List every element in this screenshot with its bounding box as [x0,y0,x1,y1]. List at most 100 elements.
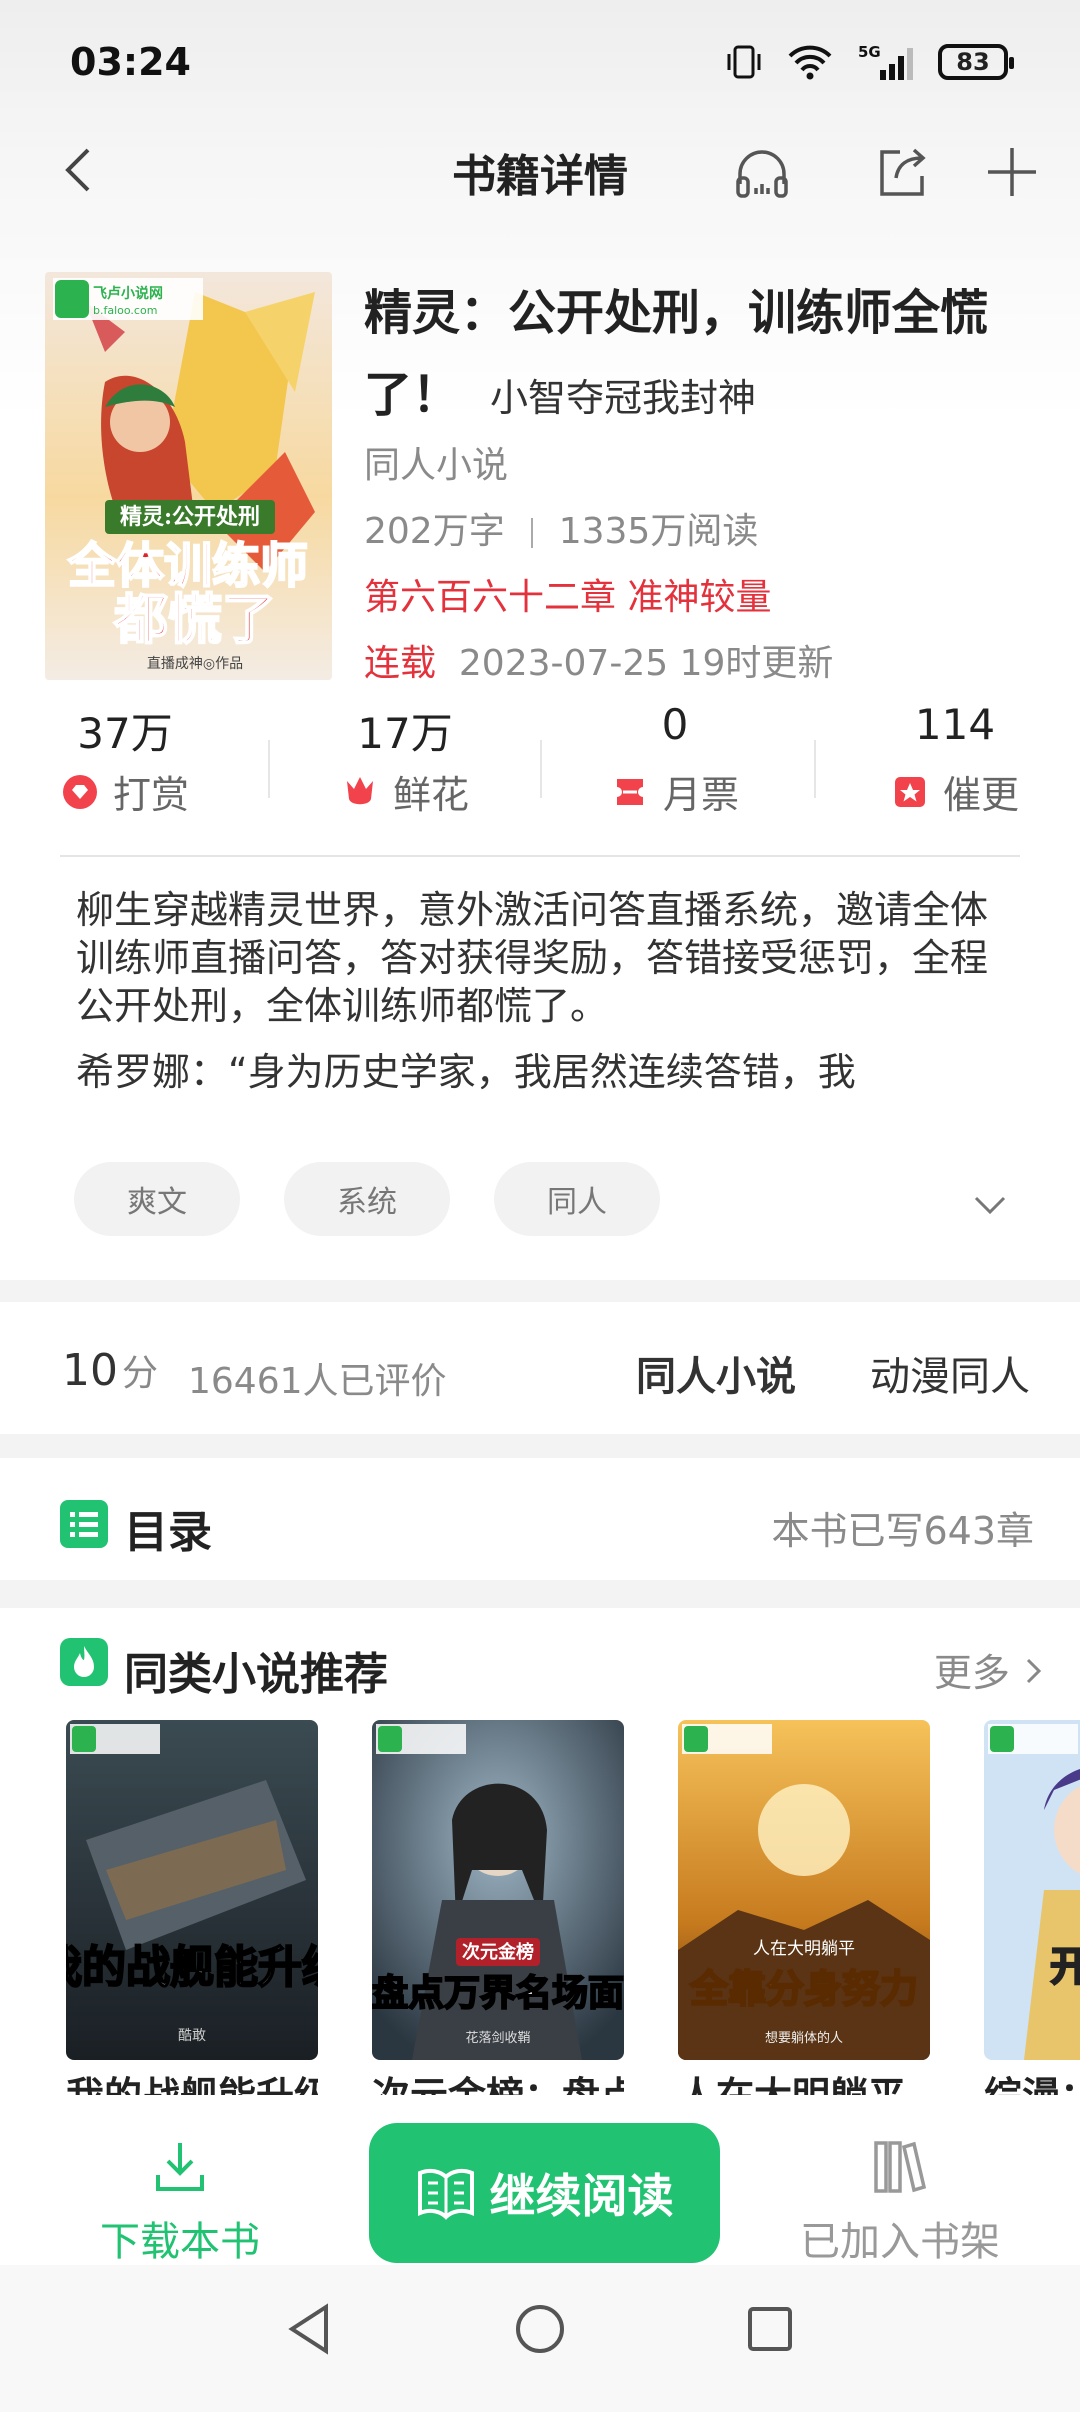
book-author[interactable]: 小智夺冠我封神 [490,376,756,420]
score-value: 10 [62,1345,118,1396]
recommend-cover-author: 花落剑收鞘 [465,2030,530,2046]
recommend-book-name: 人在大明躺平，全靠分身努力 [678,2072,930,2095]
bookshelf-label: 已加入书架 [800,2219,1000,2265]
wifi-icon [788,45,832,80]
chevron-down-icon[interactable] [970,1190,1010,1220]
nav-back-icon[interactable] [284,2301,334,2357]
book-category[interactable]: 同人小说 [364,436,508,488]
recommend-cover-badge: 次元金榜 [462,1941,534,1963]
meta-divider [530,518,533,548]
rating-count[interactable]: 16461人已评价 [188,1352,447,1404]
book-cover[interactable]: 飞卢小说网 b.faloo.com 精灵:公开处刑 全体训练师 都慌了 直播成神… [45,272,332,680]
toc-chapter-count: 本书已写643章 [771,1509,1034,1553]
cover-title-line2: 全体训练师 [67,538,308,594]
recommend-cover-author: 酷敢 [178,2028,206,2044]
more-link[interactable]: 更多 [934,1642,1044,1697]
ticket-icon [616,778,643,805]
recommend-book-name: 次元金榜：盘点万界名场面 [372,2072,624,2095]
tag-list: 爽文 系统 同人 [74,1162,660,1236]
category-secondary[interactable]: 动漫同人 [870,1344,1030,1402]
intro-paragraph: 希罗娜：“身为历史学家，我居然连续答错，我 [76,1050,856,1094]
intro-paragraph: 柳生穿越精灵世界，意外激活问答直播系统，邀请全体训练师直播问答，答对获得奖励，答… [76,888,989,1028]
stat-divider [268,740,270,798]
book-word-stats: 202万字 1335万阅读 [364,502,758,554]
urge-icon [894,776,925,807]
recommend-book-name: 我的战舰能升级 [66,2072,318,2095]
network-type-label: 5G [858,43,881,61]
recommend-book-name: 综漫：开局小... [984,2072,1080,2095]
tag-chip[interactable]: 系统 [284,1162,450,1236]
recommend-book[interactable]: 人在大明躺平全靠分身努力想要躺体的人 人在大明躺平，全靠分身努力 [678,1720,930,2095]
update-info: 连载 2023-07-25 19时更新 [364,634,833,686]
status-bar: 03:24 5G 83 [0,0,1080,120]
recommend-card: 同类小说推荐 更多 我的战舰能升级酷敢 我的战舰能升级 次元金榜盘点万界名场面花… [0,1608,1080,2095]
stat-label: 鲜花 [392,773,469,817]
fire-icon [60,1638,108,1686]
battery-level: 83 [956,48,990,76]
headphones-icon[interactable] [730,140,794,204]
cover-credit: 直播成神◎作品 [147,655,243,672]
status-time: 03:24 [70,40,191,84]
list-icon [60,1500,108,1548]
bookshelf-icon [874,2141,927,2193]
recommend-book[interactable]: 我的战舰能升级酷敢 我的战舰能升级 [66,1720,318,2095]
book-open-icon [417,2168,474,2220]
word-count: 202万字 [364,511,505,552]
stat-tip[interactable]: 37万 打赏 [0,700,260,819]
stat-label: 打赏 [112,773,189,817]
nav-home-icon[interactable] [512,2301,568,2357]
cover-title-line3: 都慌了 [113,588,276,651]
stat-monthly-ticket[interactable]: 0 月票 [540,700,810,819]
recommend-title: 同类小说推荐 [124,1649,388,1700]
recommend-book[interactable]: 次元金榜盘点万界名场面花落剑收鞘 次元金榜：盘点万界名场面 [372,1720,624,2095]
category-primary[interactable]: 同人小说 [636,1344,796,1402]
recommend-cover-title: 我的战舰能升级 [66,1942,318,1993]
recommend-cover-author: 想要躺体的人 [765,2030,843,2046]
recommend-book[interactable]: 开局小 综漫：开局小... [984,1720,1080,2095]
add-icon[interactable] [980,140,1044,204]
serial-status: 连载 [364,643,437,684]
download-icon [156,2143,204,2191]
cover-logo-text: 飞卢小说网 [93,285,163,302]
nav-recents-icon[interactable] [744,2303,796,2355]
stat-divider [814,740,816,798]
toc-card[interactable]: 目录 本书已写643章 [0,1458,1080,1580]
book-intro[interactable]: 柳生穿越精灵世界，意外激活问答直播系统，邀请全体训练师直播问答，答对获得奖励，答… [76,886,1016,1096]
tag-chip[interactable]: 爽文 [74,1162,240,1236]
stat-value: 0 [661,700,689,749]
tag-chip[interactable]: 同人 [494,1162,660,1236]
divider [60,855,1020,857]
chevron-right-icon [1026,1658,1042,1684]
recommend-cover-title: 开局小 [1050,1944,1080,1990]
recommend-cover-title: 全靠分身努力 [689,1967,918,2011]
stat-flower[interactable]: 17万 鲜花 [270,700,540,819]
recommend-book-cover: 开局小 [984,1720,1080,2060]
latest-chapter[interactable]: 第六百六十二章 准神较量 [364,568,771,620]
download-button[interactable]: 下载本书 [80,2135,280,2267]
recommend-book-cover: 我的战舰能升级酷敢 [66,1720,318,2060]
toc-title: 目录 [124,1507,212,1558]
book-title-block: 精灵：公开处刑，训练师全慌了！ 小智夺冠我封神 [364,272,1014,439]
system-navigation-bar [0,2265,1080,2412]
stat-divider [540,740,542,798]
cover-title-line1: 精灵:公开处刑 [120,504,260,530]
stat-urge[interactable]: 114 催更 [820,700,1080,819]
stat-label: 月票 [662,773,739,817]
recommend-cover-title: 盘点万界名场面 [372,1972,624,2014]
score-unit: 分 [122,1353,159,1394]
book-cover-art: 飞卢小说网 b.faloo.com 精灵:公开处刑 全体训练师 都慌了 直播成神… [45,272,332,680]
signal-icon: 5G [858,43,913,80]
stat-value: 17万 [357,709,453,758]
read-count: 1335万阅读 [558,511,759,552]
rating-card: 10 分 16461人已评价 同人小说 动漫同人 [0,1302,1080,1434]
flower-icon [346,776,373,804]
share-icon[interactable] [870,140,934,204]
bookshelf-button[interactable]: 已加入书架 [780,2135,1020,2267]
bottom-action-bar: 下载本书 继续阅读 已加入书架 [0,2095,1080,2265]
download-label: 下载本书 [100,2219,260,2265]
continue-reading-button[interactable]: 继续阅读 [369,2123,720,2263]
cover-logo-sub: b.faloo.com [93,304,157,317]
update-time: 2023-07-25 19时更新 [458,643,834,684]
recommend-book-cover: 人在大明躺平 全靠分身努力 想要躺体的人 [678,1720,930,2060]
vibrate-icon [727,45,761,79]
